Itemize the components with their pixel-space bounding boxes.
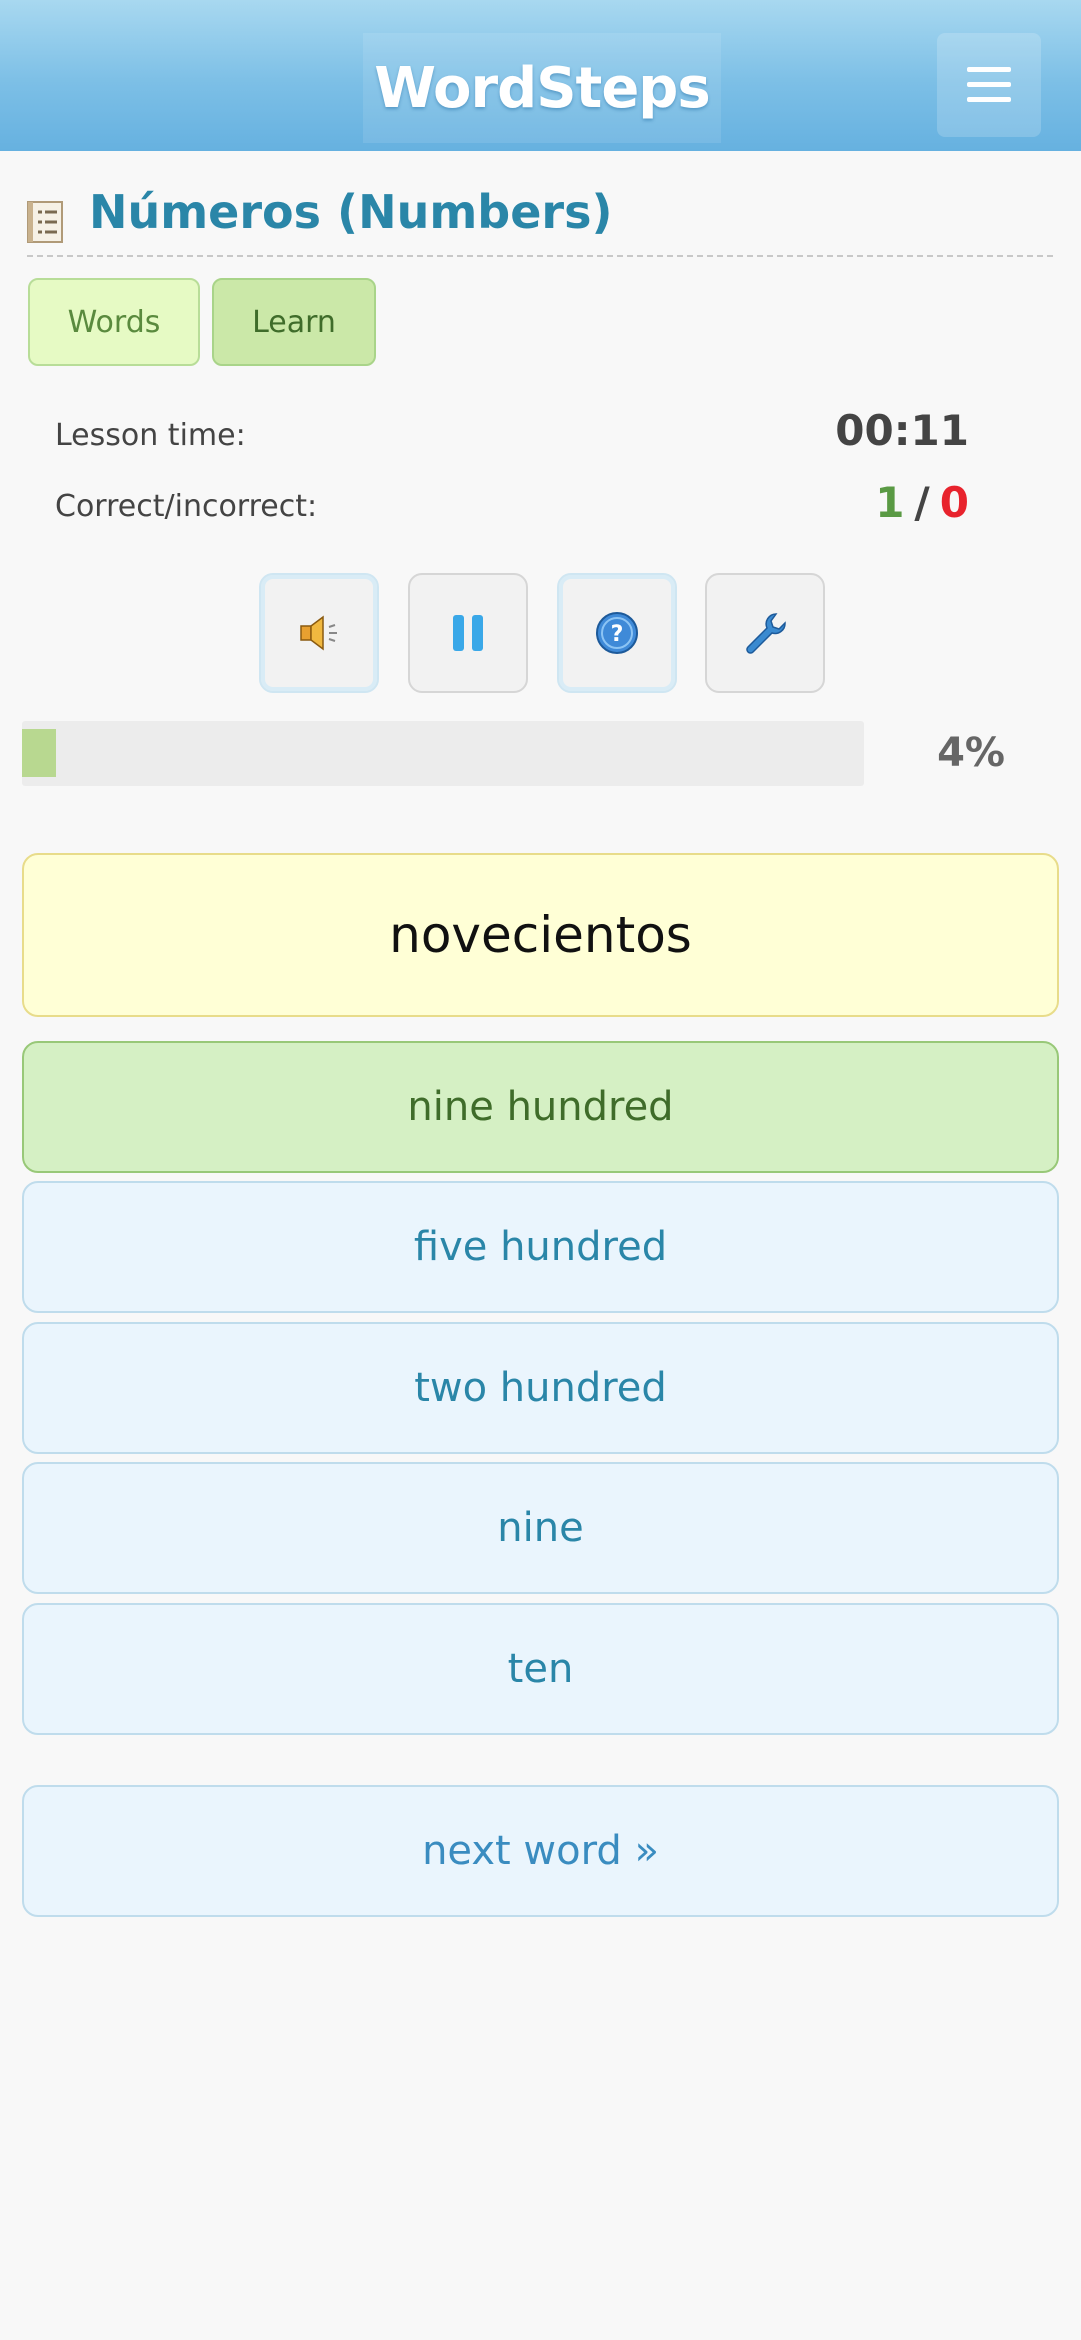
- answer-option-5[interactable]: ten: [22, 1603, 1059, 1735]
- progress-percent: 4%: [937, 730, 1005, 776]
- score-value: 1/0: [875, 478, 969, 527]
- progress-fill: [22, 729, 56, 777]
- settings-button[interactable]: [705, 573, 825, 693]
- wordsteps-logo[interactable]: WordSteps: [363, 33, 721, 143]
- svg-text:?: ?: [611, 622, 624, 647]
- lesson-time-value: 00:11: [835, 406, 969, 455]
- score-separator: /: [914, 478, 930, 527]
- pause-button[interactable]: [408, 573, 528, 693]
- progress-bar: [22, 721, 864, 786]
- answer-option-2[interactable]: five hundred: [22, 1181, 1059, 1313]
- list-icon: [27, 201, 63, 243]
- page-title: Números (Numbers): [89, 185, 613, 239]
- pause-icon: [453, 615, 483, 651]
- score-label: Correct/incorrect:: [55, 489, 318, 524]
- answer-option-4[interactable]: nine: [22, 1462, 1059, 1594]
- incorrect-count: 0: [939, 478, 969, 527]
- menu-button[interactable]: [937, 33, 1041, 137]
- answer-option-3[interactable]: two hundred: [22, 1322, 1059, 1454]
- lesson-title-row: Números (Numbers): [27, 185, 1053, 257]
- lesson-time-label: Lesson time:: [55, 418, 246, 453]
- wrench-icon: [746, 613, 786, 654]
- speaker-icon: [300, 615, 337, 651]
- app-header: WordSteps: [0, 0, 1081, 151]
- next-word-button[interactable]: next word »: [22, 1785, 1059, 1917]
- hamburger-menu-icon: [967, 67, 1011, 102]
- answer-option-1[interactable]: nine hundred: [22, 1041, 1059, 1173]
- help-button[interactable]: ?: [557, 573, 677, 693]
- correct-count: 1: [875, 478, 905, 527]
- sound-button[interactable]: [259, 573, 379, 693]
- tab-learn[interactable]: Learn: [212, 278, 376, 366]
- help-icon: ?: [596, 612, 638, 654]
- question-word: novecientos: [22, 853, 1059, 1017]
- tab-words[interactable]: Words: [28, 278, 200, 366]
